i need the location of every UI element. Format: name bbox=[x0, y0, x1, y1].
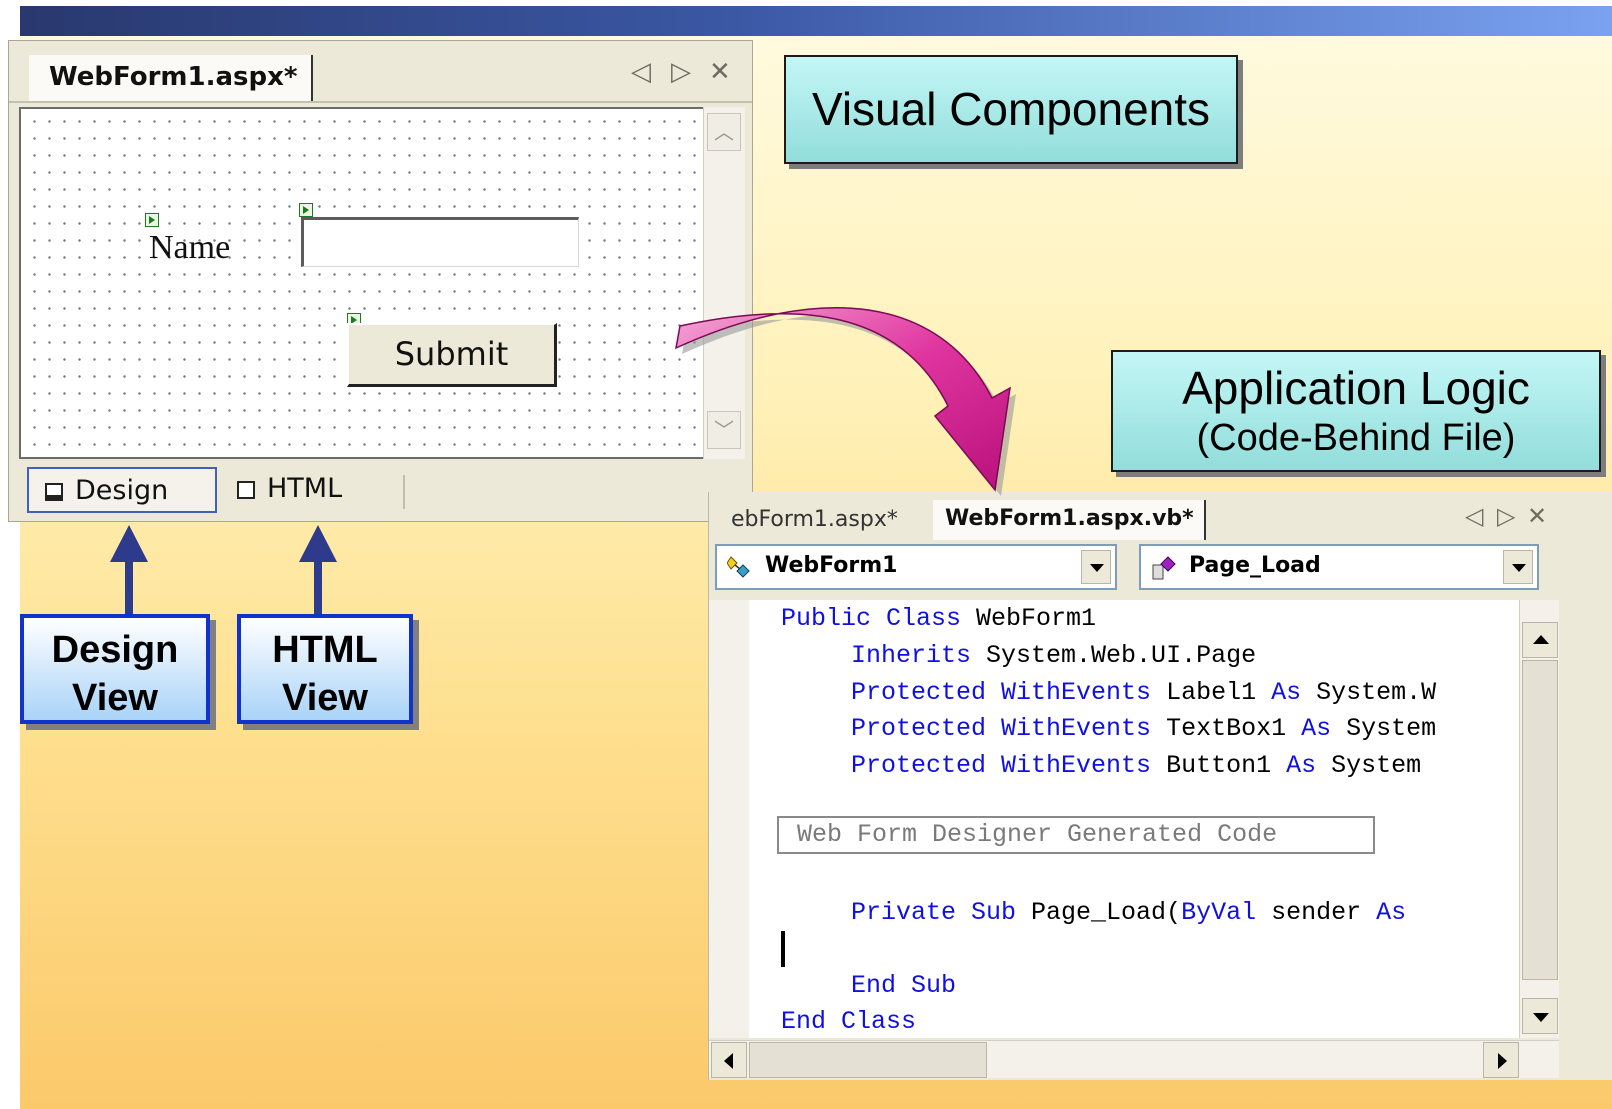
text-caret bbox=[781, 931, 785, 967]
collapse-icon[interactable]: − bbox=[719, 614, 735, 630]
chevron-down-icon[interactable] bbox=[1503, 550, 1533, 584]
expand-icon[interactable]: + bbox=[719, 828, 735, 844]
outline-guide bbox=[726, 844, 727, 904]
class-combo-value: WebForm1 bbox=[765, 553, 898, 578]
code-line: Public Class WebForm1 bbox=[781, 604, 1097, 633]
scroll-up-button[interactable] bbox=[1522, 622, 1558, 658]
tab-webform1-aspx-design[interactable]: ebForm1.aspx* bbox=[731, 504, 898, 536]
html-view-label-line2: View bbox=[282, 677, 368, 719]
scroll-right-button[interactable] bbox=[1483, 1042, 1519, 1078]
code-area[interactable]: − + − Public Class WebForm1 Inherits Sys… bbox=[709, 600, 1519, 1038]
code-line: End Sub bbox=[851, 971, 957, 1000]
next-tab-icon[interactable]: ▷ bbox=[1497, 502, 1515, 530]
collapsed-region[interactable]: Web Form Designer Generated Code bbox=[777, 816, 1375, 854]
outline-guide bbox=[726, 918, 727, 1026]
chevron-down-icon[interactable] bbox=[1081, 550, 1111, 584]
code-tabstrip: ebForm1.aspx* WebForm1.aspx.vb* ◁ ▷ ✕ bbox=[709, 492, 1612, 544]
html-view-label-line1: HTML bbox=[272, 629, 378, 671]
code-line: Protected WithEvents TextBox1 As System bbox=[851, 714, 1437, 743]
scroll-thumb[interactable] bbox=[1522, 660, 1558, 980]
code-horizontal-scrollbar[interactable] bbox=[709, 1040, 1559, 1078]
code-line: Protected WithEvents Button1 As System bbox=[851, 751, 1422, 780]
method-combo-value: Page_Load bbox=[1189, 553, 1321, 578]
tab-webform1-aspx-vb[interactable]: WebForm1.aspx.vb* bbox=[933, 500, 1206, 540]
scroll-thumb[interactable] bbox=[749, 1042, 987, 1078]
code-editor-window: ebForm1.aspx* WebForm1.aspx.vb* ◁ ▷ ✕ We… bbox=[708, 492, 1612, 1080]
collapse-icon[interactable]: − bbox=[719, 902, 735, 918]
class-icon bbox=[727, 556, 750, 578]
code-vertical-scrollbar[interactable] bbox=[1519, 600, 1559, 1038]
scroll-left-button[interactable] bbox=[711, 1042, 747, 1078]
outline-guide bbox=[726, 630, 727, 830]
close-icon[interactable]: ✕ bbox=[1527, 502, 1547, 530]
design-view-label-line2: View bbox=[72, 677, 158, 719]
html-view-label: HTML View bbox=[237, 614, 413, 724]
method-icon bbox=[1152, 556, 1176, 580]
design-view-label: Design View bbox=[20, 614, 210, 724]
code-line: Private Sub Page_Load(ByVal sender As bbox=[851, 898, 1407, 927]
prev-tab-icon[interactable]: ◁ bbox=[1465, 502, 1483, 530]
code-line: Protected WithEvents Label1 As System.W bbox=[851, 678, 1437, 707]
method-name-combo[interactable]: Page_Load bbox=[1139, 544, 1539, 590]
design-view-arrow bbox=[110, 525, 148, 614]
code-line: End Class bbox=[781, 1007, 917, 1036]
code-line: Inherits System.Web.UI.Page bbox=[851, 641, 1257, 670]
html-view-arrow bbox=[299, 525, 337, 614]
design-view-label-line1: Design bbox=[51, 629, 179, 671]
scroll-down-button[interactable] bbox=[1522, 998, 1558, 1034]
class-name-combo[interactable]: WebForm1 bbox=[715, 544, 1117, 590]
